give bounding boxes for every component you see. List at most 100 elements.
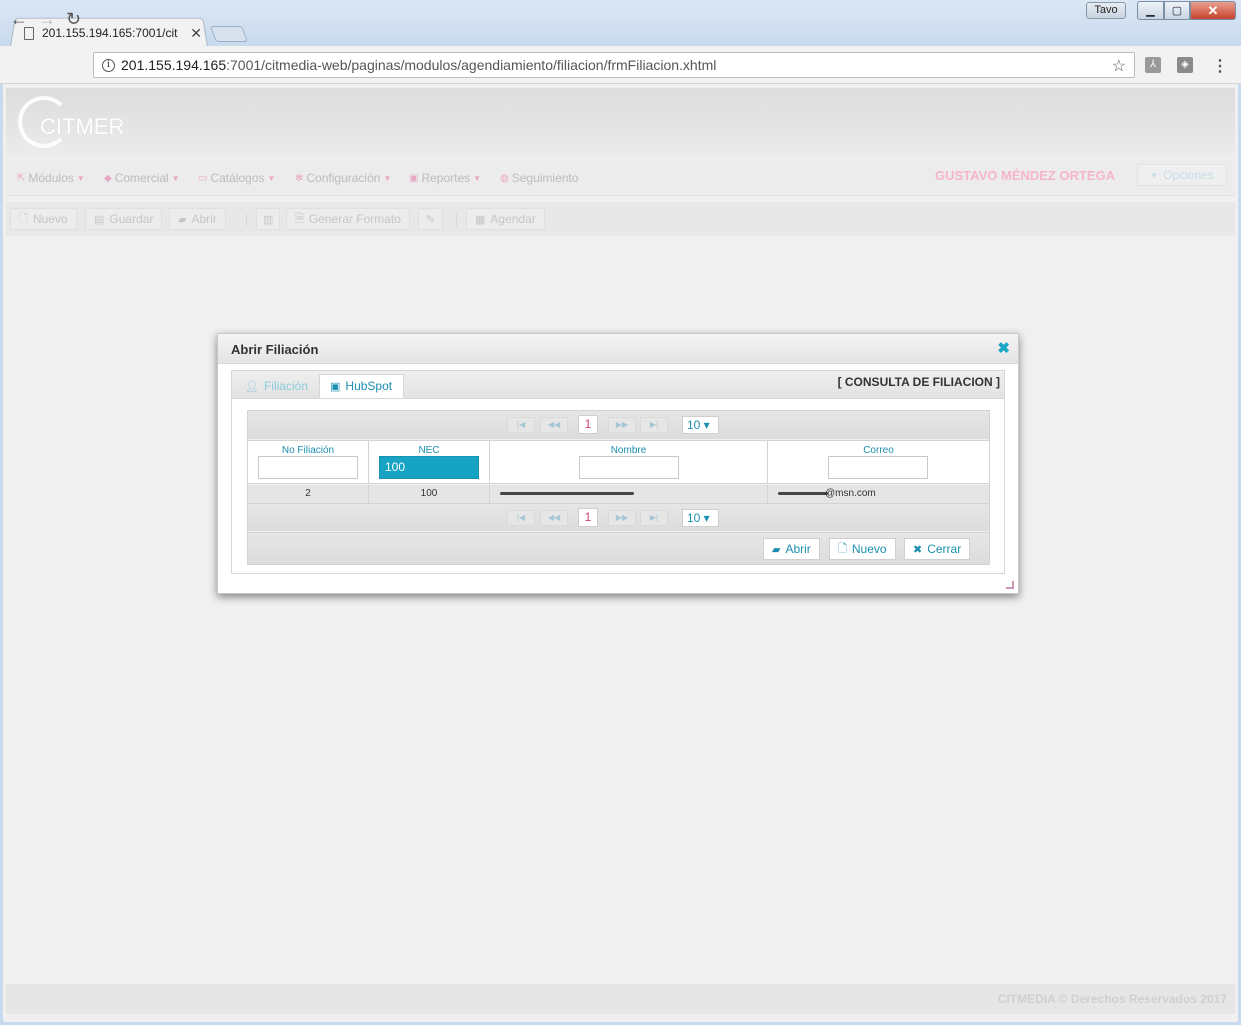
minimize-button[interactable]: ▁ — [1137, 1, 1164, 20]
caret-down-icon: ▼ — [267, 173, 276, 183]
prev-page-icon[interactable]: ◀◀ — [540, 417, 568, 433]
caret-down-icon: ▼ — [76, 173, 85, 183]
menu-modulos[interactable]: ⇱ Módulos ▼ — [17, 171, 85, 185]
separator — [246, 214, 247, 226]
nuevo-dialog-button[interactable]: 🗋 Nuevo — [829, 538, 896, 560]
page-number[interactable]: 1 — [578, 508, 598, 527]
new-tab-button[interactable] — [210, 26, 248, 42]
no-filiacion-filter-input[interactable] — [258, 456, 358, 479]
back-icon[interactable]: ← — [10, 9, 28, 30]
first-page-icon[interactable]: |◀ — [507, 510, 535, 526]
menu-label: Configuración — [306, 171, 381, 185]
reload-icon[interactable]: ↻ — [66, 9, 81, 30]
menu-label: Reportes — [421, 171, 471, 185]
cerrar-dialog-button[interactable]: ✖ Cerrar — [904, 538, 971, 560]
menu-catalogos[interactable]: ▭ Catálogos ▼ — [198, 171, 275, 185]
nuevo-button[interactable]: 🗋 Nuevo — [10, 208, 77, 230]
caret-down-icon: ▼ — [1150, 170, 1159, 180]
col-nec[interactable]: NEC 100 — [369, 441, 490, 484]
paperclip-icon: ✎ — [426, 213, 436, 226]
filiacion-datatable: |◀ ◀◀ 1 ▶▶ ▶| 10 ▾ No Filiación NEC 100 … — [247, 410, 990, 565]
abrir-dialog-button[interactable]: ▰ Abrir — [763, 538, 820, 560]
logo-text: CITMER — [40, 114, 125, 139]
col-no-filiacion[interactable]: No Filiación — [248, 441, 369, 484]
menu-configuracion[interactable]: ✻ Configuración ▼ — [295, 171, 391, 185]
calendar-icon: ▦ — [475, 213, 486, 226]
tab-filiacion[interactable]: 👤︎ Filiación — [235, 374, 318, 398]
dialog-title: Abrir Filiación — [231, 342, 319, 357]
tab-nav: 👤︎ Filiación ▣ HubSpot [ CONSULTA DE FIL… — [232, 371, 1004, 399]
tab-label: HubSpot — [345, 379, 393, 393]
menu-seguimiento[interactable]: ◍ Seguimiento — [500, 171, 578, 185]
col-nombre[interactable]: Nombre — [490, 441, 768, 484]
table-row[interactable]: 2 100 @msn.com — [248, 485, 989, 503]
menu-reportes[interactable]: ▣ Reportes ▼ — [409, 171, 481, 185]
page-number[interactable]: 1 — [578, 415, 598, 434]
address-bar[interactable]: i 201.155.194.165:7001/citmedia-web/pagi… — [93, 52, 1135, 78]
maximize-button[interactable]: ▢ — [1164, 1, 1190, 20]
options-label: Opciones — [1163, 168, 1214, 182]
generar-formato-button[interactable]: 🗎 Generar Formato — [286, 208, 410, 230]
tab-hubspot[interactable]: ▣ HubSpot — [319, 374, 404, 398]
attach-button[interactable]: ✎ — [418, 208, 444, 230]
rows-per-page-select[interactable]: 10 ▾ — [682, 509, 719, 527]
caret-down-icon: ▼ — [383, 173, 392, 183]
browser-tab-title: 201.155.194.165:7001/cit — [42, 26, 178, 40]
last-page-icon[interactable]: ▶| — [640, 417, 668, 433]
menu-comercial[interactable]: ◆ Comercial ▼ — [104, 171, 180, 185]
folder-open-icon: ▰ — [772, 543, 781, 556]
prev-page-icon[interactable]: ◀◀ — [540, 510, 568, 526]
column-header: Nombre — [610, 445, 647, 456]
caret-down-icon: ▼ — [171, 173, 180, 183]
table-header: No Filiación NEC 100 Nombre Correo — [248, 440, 989, 484]
trash-icon: ▥ — [263, 213, 274, 226]
dialog-close-icon[interactable]: ✖ — [997, 339, 1010, 357]
col-correo[interactable]: Correo — [768, 441, 989, 484]
button-label: Generar Formato — [308, 212, 401, 226]
dialog-tabview: 👤︎ Filiación ▣ HubSpot [ CONSULTA DE FIL… — [231, 370, 1005, 574]
dialog-titlebar[interactable]: Abrir Filiación ✖ — [218, 334, 1018, 364]
browser-menu-icon[interactable]: ⋮ — [1212, 56, 1228, 76]
app-footer: CITMEDIA © Derechos Reservados 2017 — [6, 984, 1235, 1014]
info-icon[interactable]: i — [102, 58, 115, 72]
shield-extension-icon[interactable]: ◈ — [1177, 57, 1193, 73]
window-close-button[interactable]: ✕ — [1190, 1, 1236, 20]
next-page-icon[interactable]: ▶▶ — [608, 510, 636, 526]
profile-badge[interactable]: Tavo — [1086, 2, 1126, 19]
bookmark-star-icon[interactable]: ☆ — [1112, 56, 1126, 76]
save-icon: ▤ — [94, 213, 105, 226]
column-header: Correo — [863, 445, 894, 456]
button-label: Abrir — [191, 212, 217, 226]
money-icon: ▣ — [330, 380, 341, 393]
abrir-button[interactable]: ▰ Abrir — [169, 208, 226, 230]
column-header: No Filiación — [281, 445, 335, 456]
resize-handle[interactable] — [1006, 581, 1014, 589]
menu-label: Seguimiento — [511, 171, 579, 185]
paginator-bottom: |◀ ◀◀ 1 ▶▶ ▶| 10 ▾ — [248, 503, 989, 531]
last-page-icon[interactable]: ▶| — [640, 510, 668, 526]
pdf-extension-icon[interactable]: ⅄ — [1145, 57, 1161, 73]
first-page-icon[interactable]: |◀ — [507, 417, 535, 433]
forward-icon[interactable]: → — [38, 9, 56, 30]
document-icon: 🗎 — [295, 212, 304, 225]
button-label: Nuevo — [32, 212, 68, 226]
guardar-button[interactable]: ▤ Guardar — [85, 208, 163, 230]
rows-per-page-select[interactable]: 10 ▾ — [682, 416, 719, 434]
file-icon: 🗋 — [19, 212, 28, 225]
tab-close-icon[interactable]: ✕ — [190, 25, 202, 42]
column-header: NEC — [418, 445, 440, 456]
nec-filter-input[interactable]: 100 — [379, 456, 479, 479]
options-button[interactable]: ▼ Opciones — [1137, 164, 1227, 186]
delete-button[interactable]: ▥ — [256, 208, 281, 230]
nombre-filter-input[interactable] — [579, 456, 679, 479]
folder-open-icon: ▰ — [178, 213, 187, 226]
agendar-button[interactable]: ▦ Agendar — [466, 208, 545, 230]
next-page-icon[interactable]: ▶▶ — [608, 417, 636, 433]
user-name: GUSTAVO MÉNDEZ ORTEGA — [935, 168, 1116, 183]
dialog-button-bar: ▰ Abrir 🗋 Nuevo ✖ Cerrar — [248, 532, 989, 564]
correo-filter-input[interactable] — [828, 456, 928, 479]
close-icon: ✖ — [913, 543, 923, 556]
external-link-icon: ⇱ — [17, 172, 26, 184]
url-host: 201.155.194.165 — [121, 57, 227, 73]
url-path: :7001/citmedia-web/paginas/modulos/agend… — [226, 57, 717, 73]
